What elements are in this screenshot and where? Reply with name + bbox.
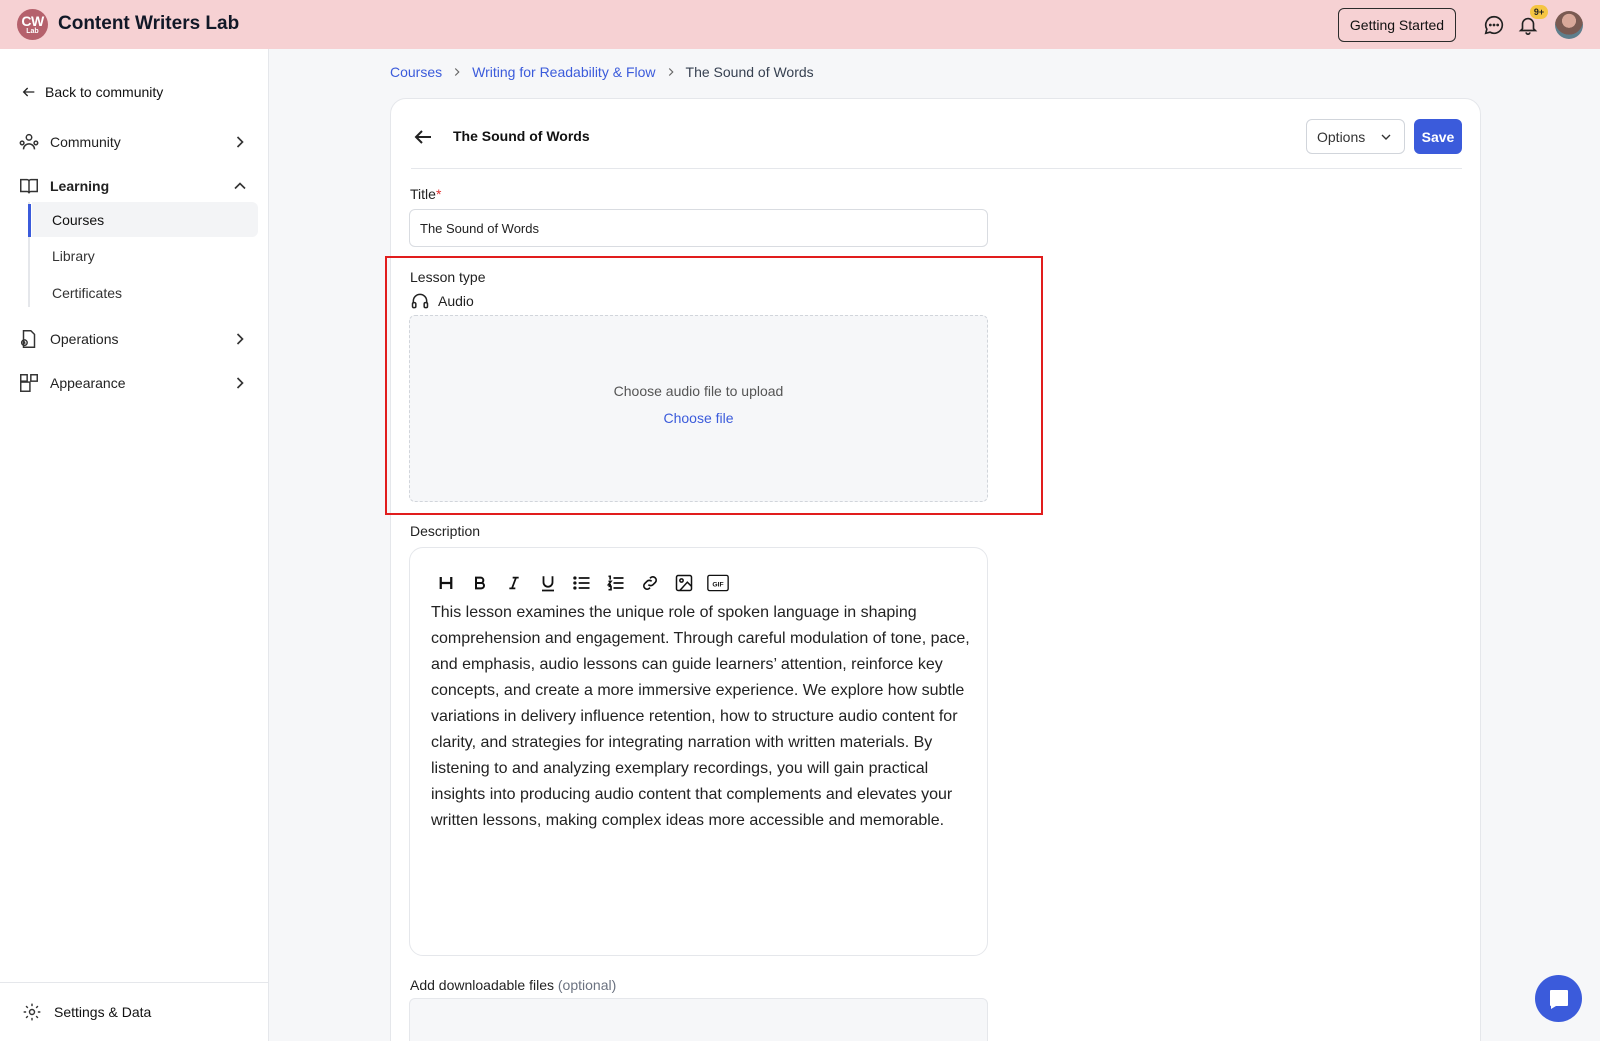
title-label-text: Title (410, 186, 436, 202)
optional-tag: (optional) (557, 977, 617, 993)
sidebar-item-appearance[interactable]: Appearance (18, 368, 250, 398)
chat-bubble-icon (1549, 989, 1568, 1009)
sidebar-item-operations[interactable]: Operations (18, 324, 250, 354)
sidebar-subitem-library[interactable]: Library (32, 238, 258, 273)
subitem-label: Courses (52, 211, 105, 228)
downloads-dropzone[interactable] (409, 998, 988, 1041)
chevron-right-icon (236, 136, 244, 148)
sidebar-item-learning[interactable]: Learning (18, 171, 250, 201)
breadcrumb-current: The Sound of Words (685, 64, 814, 80)
chevron-right-icon (236, 333, 244, 345)
image-icon[interactable] (673, 572, 695, 594)
user-avatar[interactable] (1555, 11, 1583, 39)
chevron-right-icon (236, 377, 244, 389)
sidebar-item-label: Appearance (50, 375, 126, 391)
options-label: Options (1317, 128, 1366, 145)
subitem-label: Certificates (52, 284, 123, 301)
card-header: The Sound of Words Options Save (411, 119, 1462, 169)
lesson-type-value: Audio (410, 291, 474, 311)
community-name[interactable]: Content Writers Lab (58, 13, 239, 35)
description-editor[interactable]: GIF This lesson examines the unique role… (409, 547, 988, 956)
numbered-list-icon[interactable] (605, 572, 627, 594)
sidebar-subitem-courses[interactable]: Courses (32, 202, 258, 237)
title-input[interactable] (409, 209, 988, 247)
back-label: Back to community (45, 84, 164, 100)
chat-icon[interactable] (1483, 14, 1505, 36)
italic-icon[interactable] (503, 572, 525, 594)
sidebar: Back to community Community Learning Cou… (0, 49, 269, 1041)
gear-icon (23, 1003, 41, 1021)
sidebar-item-label: Operations (50, 331, 119, 347)
community-logo[interactable]: CW Lab (17, 9, 48, 40)
settings-label: Settings & Data (54, 1004, 152, 1020)
logo-subtext: Lab (26, 28, 39, 35)
breadcrumb-courses[interactable]: Courses (390, 64, 442, 80)
description-text[interactable]: This lesson examines the unique role of … (431, 600, 971, 834)
getting-started-button[interactable]: Getting Started (1338, 8, 1456, 42)
operations-icon (20, 330, 36, 348)
notification-badge: 9+ (1530, 5, 1548, 19)
downloads-label-text: Add downloadable files (410, 977, 554, 993)
lesson-type-label: Lesson type (410, 269, 486, 285)
logo-text: CW (21, 13, 44, 29)
sidebar-item-label: Learning (50, 178, 110, 194)
save-button[interactable]: Save (1414, 119, 1462, 154)
back-arrow-icon[interactable] (411, 125, 435, 149)
required-mark: * (435, 186, 442, 202)
back-to-community-link[interactable]: Back to community (21, 84, 163, 100)
link-icon[interactable] (639, 572, 661, 594)
sidebar-subitem-certificates[interactable]: Certificates (32, 275, 258, 310)
breadcrumb: Courses Writing for Readability & Flow T… (390, 64, 814, 80)
community-icon (19, 133, 39, 150)
headphones-icon (411, 293, 429, 309)
bullet-list-icon[interactable] (571, 572, 593, 594)
subitem-label: Library (52, 247, 95, 264)
support-chat-button[interactable] (1535, 975, 1582, 1022)
sidebar-item-label: Community (50, 134, 121, 150)
chevron-down-icon (1381, 134, 1391, 140)
settings-data-link[interactable]: Settings & Data (0, 982, 268, 1041)
chevron-right-icon (668, 68, 674, 76)
choose-file-link[interactable]: Choose file (410, 410, 987, 426)
lesson-type-text: Audio (438, 293, 474, 309)
arrow-left-icon (22, 87, 35, 97)
bold-icon[interactable] (469, 572, 491, 594)
downloads-label: Add downloadable files (optional) (410, 977, 616, 993)
gif-label: GIF (712, 581, 723, 588)
top-bar: CW Lab Content Writers Lab Getting Start… (0, 0, 1600, 49)
gif-icon[interactable]: GIF (707, 572, 729, 594)
description-label: Description (410, 523, 481, 539)
chevron-right-icon (454, 68, 460, 76)
sidebar-item-community[interactable]: Community (18, 127, 250, 157)
audio-upload-dropzone[interactable]: Choose audio file to upload Choose file (409, 315, 988, 502)
options-dropdown[interactable]: Options (1306, 119, 1405, 154)
book-icon (20, 178, 38, 194)
breadcrumb-course[interactable]: Writing for Readability & Flow (472, 64, 655, 80)
chevron-up-icon (234, 182, 246, 190)
active-indicator (28, 204, 31, 237)
appearance-icon (20, 374, 38, 392)
underline-icon[interactable] (537, 572, 559, 594)
editor-toolbar: GIF (435, 572, 729, 594)
title-label: Title* (410, 186, 441, 202)
page-title: The Sound of Words (453, 128, 590, 144)
upload-message: Choose audio file to upload (613, 383, 784, 399)
heading-icon[interactable] (435, 572, 457, 594)
